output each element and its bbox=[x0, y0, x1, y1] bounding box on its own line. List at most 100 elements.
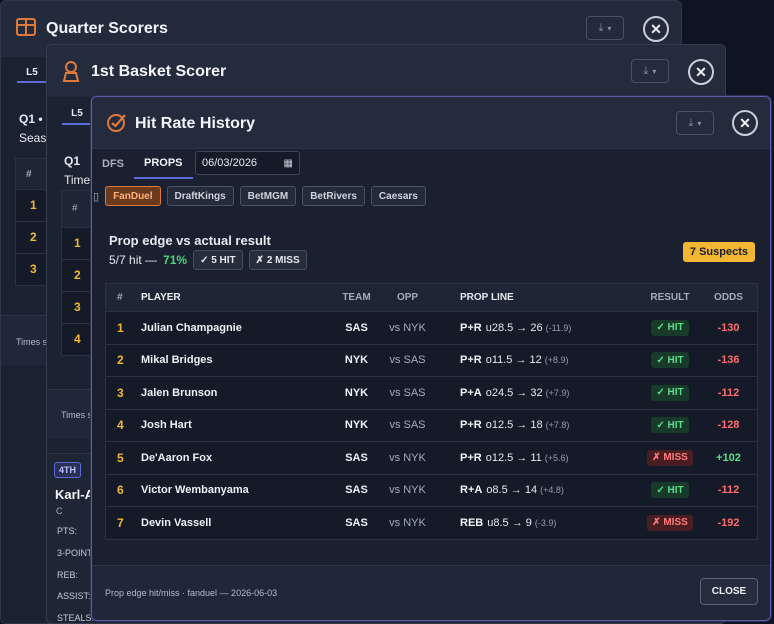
row-rank: 1 bbox=[117, 320, 124, 335]
col-odds: ODDS bbox=[714, 292, 743, 303]
tab-props[interactable]: PROPS bbox=[134, 149, 193, 179]
row-team: NYK bbox=[344, 419, 369, 432]
row-odds: -112 bbox=[717, 386, 740, 399]
date-value: 06/03/2026 bbox=[202, 157, 258, 169]
prop-type: P+R bbox=[460, 451, 482, 464]
row-odds: -130 bbox=[717, 321, 740, 334]
prop-line-value: u8.5 → 9 bbox=[487, 516, 532, 529]
table-body: 1 Julian Champagnie SAS vs NYK P+R u28.5 → 26… bbox=[106, 311, 757, 539]
row-result: ✓ HIT bbox=[640, 384, 700, 401]
row-player: Mikal Bridges bbox=[141, 354, 213, 367]
quarter-footer-text: Times s bbox=[16, 337, 48, 347]
dialog-header: Hit Rate History ⤓ ▾ ✕ bbox=[92, 97, 770, 149]
hit-rate-history-dialog: Hit Rate History ⤓ ▾ ✕ DFS PROPS 06/03/20… bbox=[91, 96, 771, 621]
sportsbook-filter: ▯ FanDuel DraftKings BetMGM BetRivers Ca… bbox=[92, 185, 426, 207]
col-result: RESULT bbox=[650, 292, 690, 303]
row-result: ✗ MISS bbox=[640, 449, 700, 466]
row-player: Victor Wembanyama bbox=[141, 484, 249, 497]
table-row: 1 bbox=[62, 227, 92, 259]
row-opp: vs NYK bbox=[389, 484, 426, 497]
col-team: TEAM bbox=[342, 292, 371, 303]
book-caesars[interactable]: Caesars bbox=[370, 186, 426, 206]
prop-line-value: o11.5 → 12 bbox=[485, 354, 542, 367]
row-result: ✓ HIT bbox=[640, 352, 700, 369]
row-prop-line: R+A o8.5 → 14 (+4.8) bbox=[435, 484, 640, 496]
prop-edge: (-11.9) bbox=[545, 322, 572, 333]
book-betrivers[interactable]: BetRivers bbox=[302, 186, 365, 206]
basket-heading: Q1 bbox=[64, 154, 81, 168]
row-rank: 4 bbox=[117, 418, 124, 433]
prop-edge: (+8.9) bbox=[544, 355, 569, 366]
dialog-close-button[interactable]: ✕ bbox=[732, 110, 758, 136]
table-row: 2 bbox=[62, 259, 92, 291]
suspects-badge: 7 Suspects bbox=[682, 242, 755, 262]
row-rank: 5 bbox=[117, 450, 124, 465]
quarter-footer: Times s bbox=[1, 315, 49, 365]
dialog-download-button[interactable]: ⤓ ▾ bbox=[676, 111, 714, 135]
row-prop-line: P+R u28.5 → 26 (-11.9) bbox=[435, 322, 640, 334]
prop-edge: (+7.9) bbox=[545, 387, 570, 398]
row-team: SAS bbox=[345, 516, 368, 529]
mode-tabs: DFS PROPS bbox=[92, 149, 770, 179]
row-prop-line: P+R o11.5 → 12 (+8.9) bbox=[435, 354, 640, 366]
chevron-down-icon: ▾ bbox=[652, 66, 657, 76]
row-player: Josh Hart bbox=[141, 419, 192, 432]
basket-footer: Times s bbox=[47, 389, 93, 439]
row-prop-line: REB u8.5 → 9 (-3.9) bbox=[435, 517, 640, 529]
book-icon: ▯ bbox=[93, 190, 100, 203]
close-button[interactable]: CLOSE bbox=[700, 578, 758, 605]
dialog-title: Hit Rate History bbox=[135, 115, 256, 132]
row-opp: vs NYK bbox=[389, 451, 426, 464]
tab-dfs[interactable]: DFS bbox=[92, 149, 134, 179]
row-result: ✗ MISS bbox=[640, 514, 700, 531]
prop-type: REB bbox=[460, 516, 484, 529]
row-player: Jalen Brunson bbox=[141, 386, 218, 399]
row-rank: 7 bbox=[117, 515, 124, 530]
table-row: 1 Julian Champagnie SAS vs NYK P+R u28.5 → 26… bbox=[106, 311, 757, 344]
row-opp: vs SAS bbox=[389, 386, 426, 399]
row-team: NYK bbox=[344, 354, 369, 367]
hit-badge: ✓ HIT bbox=[651, 482, 689, 499]
dialog-footer: Prop edge hit/miss · fanduel — 2026-06-0… bbox=[92, 565, 770, 620]
book-betmgm[interactable]: BetMGM bbox=[239, 186, 297, 206]
footer-text: Prop edge hit/miss · fanduel — 2026-06-0… bbox=[105, 588, 278, 598]
download-icon: ⤓ bbox=[688, 116, 694, 129]
book-fanduel[interactable]: FanDuel bbox=[105, 186, 161, 206]
basket-tab-l5[interactable]: L5 bbox=[62, 103, 92, 125]
prop-edge: (+7.8) bbox=[545, 420, 570, 431]
table-row: 4 Josh Hart NYK vs SAS P+R o12.5 → 18 (+7.8) ✓ … bbox=[106, 408, 757, 441]
table-row: 4 bbox=[62, 323, 92, 355]
player-card: 4TH Karl-A C PTS: 3-POINT REB: ASSIST: S… bbox=[47, 453, 95, 623]
quarter-download-button[interactable]: ⤓ ▾ bbox=[586, 16, 624, 40]
quarter-scorers-title: Quarter Scorers bbox=[46, 20, 168, 37]
basket-download-button[interactable]: ⤓ ▾ bbox=[631, 59, 669, 83]
hit-badge: ✓ HIT bbox=[651, 352, 689, 369]
quarter-tab-l5[interactable]: L5 bbox=[17, 63, 47, 83]
chevron-down-icon: ▾ bbox=[607, 23, 612, 33]
table-row: 7 Devin Vassell SAS vs NYK REB u8.5 → 9 (-3.9)… bbox=[106, 506, 757, 539]
summary-title: Prop edge vs actual result bbox=[109, 233, 271, 248]
quarter-heading: Q1 • bbox=[19, 112, 43, 126]
row-rank: 3 bbox=[117, 385, 124, 400]
row-team: NYK bbox=[344, 386, 369, 399]
prop-edge: (-3.9) bbox=[534, 517, 557, 528]
row-team: SAS bbox=[345, 321, 368, 334]
table-row: 6 Victor Wembanyama SAS vs NYK R+A o8.5 → 14(… bbox=[106, 473, 757, 506]
row-rank: 6 bbox=[117, 483, 124, 498]
book-draftkings[interactable]: DraftKings bbox=[166, 186, 234, 206]
stat-label: ASSIST: bbox=[57, 591, 91, 601]
hit-chip: ✓ 5 HIT bbox=[193, 250, 243, 270]
basket-table: # 1 2 3 4 bbox=[61, 190, 93, 356]
hit-percentage: 71% bbox=[163, 253, 188, 267]
row-prop-line: P+R o12.5 → 18 (+7.8) bbox=[435, 419, 640, 431]
row-rank: 2 bbox=[117, 353, 124, 368]
prop-line-value: o8.5 → 14 bbox=[486, 484, 538, 497]
player-card-position: C bbox=[56, 506, 63, 516]
stat-label: STEALS: bbox=[57, 613, 95, 623]
quarter-close-button[interactable]: ✕ bbox=[643, 16, 669, 42]
date-input[interactable]: 06/03/2026 ▦ bbox=[195, 151, 300, 175]
hit-count-text: 5/7 hit — bbox=[109, 253, 158, 267]
basket-footer-text: Times s bbox=[61, 410, 93, 420]
basket-close-button[interactable]: ✕ bbox=[688, 59, 714, 85]
chevron-down-icon: ▾ bbox=[697, 118, 702, 128]
